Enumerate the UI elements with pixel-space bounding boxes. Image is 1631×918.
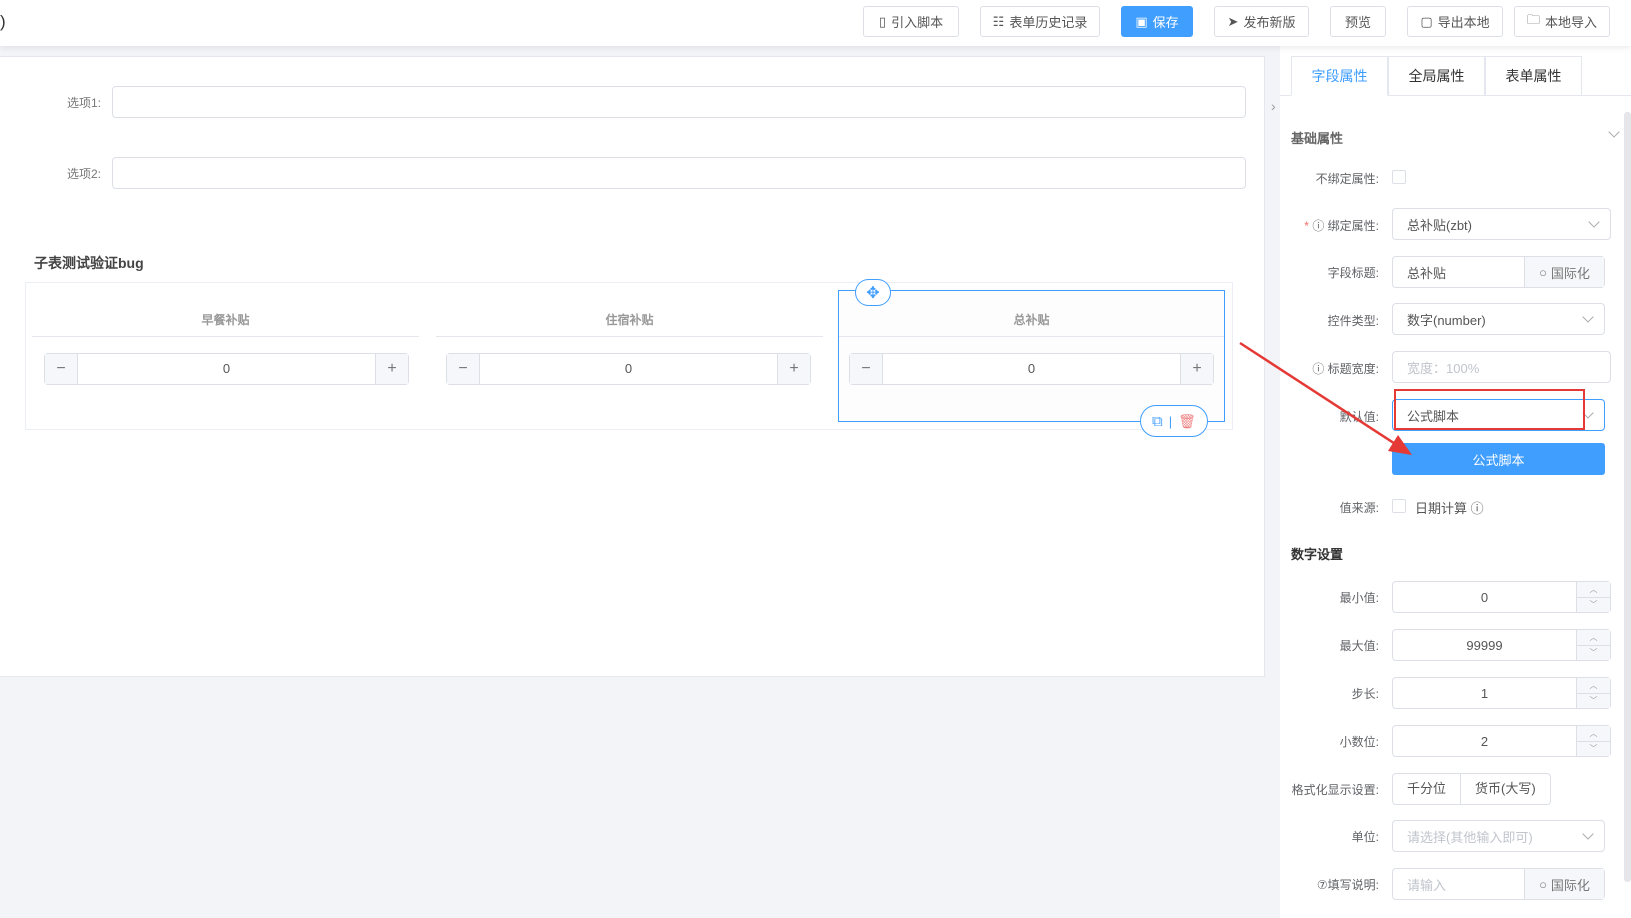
decrease-icon: ﹀ — [1589, 648, 1598, 658]
annotation-arrow — [1239, 341, 1412, 455]
help-text-label: ⑦填写说明: — [1316, 878, 1379, 892]
increase-icon: ︿ — [1577, 630, 1610, 646]
help-icon: ⓘ — [1470, 501, 1484, 516]
minus-button[interactable]: − — [447, 354, 480, 384]
number-stepper[interactable]: −0 + — [44, 353, 409, 385]
minus-button[interactable]: − — [850, 354, 883, 384]
control-type-select[interactable]: 数字(number) — [1392, 303, 1605, 335]
min-input[interactable]: 0 ︿ ﹀ — [1392, 581, 1611, 613]
increase-icon: ︿ — [1577, 726, 1610, 742]
decrease-icon: ﹀ — [1589, 696, 1598, 706]
control-type-label: 控件类型: — [1327, 314, 1379, 328]
tab-field-properties[interactable]: 字段属性 — [1291, 56, 1388, 96]
format-label: 格式化显示设置: — [1291, 783, 1379, 797]
basic-section-title: 基础属性 — [1291, 131, 1344, 146]
file-icon: ▢ — [1420, 13, 1433, 29]
form-title: ) — [0, 12, 6, 31]
scrollbar[interactable] — [1624, 112, 1631, 882]
step-input[interactable]: 1 ︿ ﹀ — [1392, 677, 1611, 709]
top-toolbar: ) ▯ 引入脚本 ☷ 表单历史记录 ▣ 保存 ➤ 发布新版 预览 ▢ 导出本地 🗀 本地导入 — [0, 0, 1631, 46]
plus-button[interactable]: + — [375, 354, 408, 384]
column-actions: ⧉ | 🗑 — [1140, 405, 1208, 437]
export-button[interactable]: ▢ 导出本地 — [1407, 6, 1503, 37]
field-title-input[interactable]: 总补贴 ○ 国际化 — [1392, 256, 1605, 288]
unbind-checkbox[interactable] — [1392, 170, 1406, 184]
field-title-label: 字段标题: — [1327, 266, 1379, 280]
help-icon: ⓘ — [1312, 219, 1328, 233]
import-local-button[interactable]: 🗀 本地导入 — [1514, 6, 1610, 37]
preview-button[interactable]: 预览 — [1330, 6, 1386, 37]
unit-label: 单位: — [1351, 830, 1379, 844]
date-calc-checkbox[interactable] — [1392, 499, 1406, 513]
thousands-option[interactable]: 千分位 — [1393, 774, 1462, 804]
i18n-button[interactable]: ○ 国际化 — [1524, 869, 1604, 899]
folder-icon: 🗀 — [1526, 11, 1540, 27]
send-icon: ➤ — [1227, 13, 1239, 29]
minus-button[interactable]: − — [45, 354, 78, 384]
i18n-button[interactable]: ○ 国际化 — [1524, 257, 1604, 287]
step-label: 步长: — [1351, 687, 1379, 701]
tab-global-properties[interactable]: 全局属性 — [1388, 56, 1485, 96]
option1-label: 选项1: — [66, 96, 101, 110]
option1-input[interactable] — [112, 86, 1246, 118]
plus-button[interactable]: + — [777, 354, 810, 384]
decimal-label: 小数位: — [1339, 735, 1379, 749]
publish-button[interactable]: ➤ 发布新版 — [1214, 6, 1309, 37]
search-icon: ○ — [1539, 264, 1547, 280]
bind-select[interactable]: 总补贴(zbt) — [1392, 208, 1611, 240]
currency-option[interactable]: 货币(大写) — [1461, 774, 1550, 804]
save-icon: ▣ — [1135, 13, 1148, 29]
value-source-label: 值来源: — [1339, 501, 1379, 515]
number-stepper[interactable]: −0 + — [849, 353, 1214, 385]
script-icon: ▯ — [878, 13, 887, 29]
spinner: ︿ ﹀ — [1576, 678, 1610, 708]
spinner: ︿ ﹀ — [1576, 582, 1610, 612]
unbind-label: 不绑定属性: — [1315, 172, 1379, 186]
subtable-title: 子表测试验证bug — [34, 255, 144, 271]
min-label: 最小值: — [1339, 591, 1379, 605]
number-section-title: 数字设置 — [1291, 547, 1344, 562]
max-input[interactable]: 99999 ︿ ﹀ — [1392, 629, 1611, 661]
save-button[interactable]: ▣ 保存 — [1121, 6, 1193, 37]
max-label: 最大值: — [1339, 639, 1379, 653]
option2-input[interactable] — [112, 157, 1246, 189]
tab-form-properties[interactable]: 表单属性 — [1485, 56, 1582, 96]
format-options: 千分位 货币(大写) — [1392, 773, 1551, 805]
collapse-arrow-icon[interactable]: › — [1271, 98, 1276, 114]
number-stepper[interactable]: −0 + — [446, 353, 811, 385]
bind-label: * ⓘ 绑定属性: — [1304, 219, 1379, 233]
column-header: 住宿补贴 — [436, 309, 823, 337]
decrease-icon: ﹀ — [1589, 744, 1598, 754]
list-icon: ☷ — [992, 13, 1005, 29]
help-text-input[interactable]: 请输入 ○ 国际化 — [1392, 868, 1605, 900]
date-calc-label: 日期计算 ⓘ — [1415, 501, 1484, 516]
column-header: 总补贴 — [839, 309, 1224, 337]
move-icon[interactable]: ✥ — [855, 279, 891, 306]
delete-icon[interactable]: 🗑 — [1178, 413, 1196, 430]
import-script-button[interactable]: ▯ 引入脚本 — [863, 6, 959, 37]
decimal-input[interactable]: 2 ︿ ﹀ — [1392, 725, 1611, 757]
form-history-button[interactable]: ☷ 表单历史记录 — [980, 6, 1100, 37]
spinner: ︿ ﹀ — [1576, 630, 1610, 660]
increase-icon: ︿ — [1577, 678, 1610, 694]
decrease-icon: ﹀ — [1589, 600, 1598, 610]
option2-label: 选项2: — [66, 167, 101, 181]
search-icon: ○ — [1539, 876, 1547, 892]
spinner: ︿ ﹀ — [1576, 726, 1610, 756]
increase-icon: ︿ — [1577, 582, 1610, 598]
column-header: 早餐补贴 — [32, 309, 419, 337]
unit-select[interactable]: 请选择(其他输入即可) — [1392, 820, 1605, 852]
plus-button[interactable]: + — [1180, 354, 1213, 384]
copy-icon[interactable]: ⧉ — [1152, 413, 1163, 430]
